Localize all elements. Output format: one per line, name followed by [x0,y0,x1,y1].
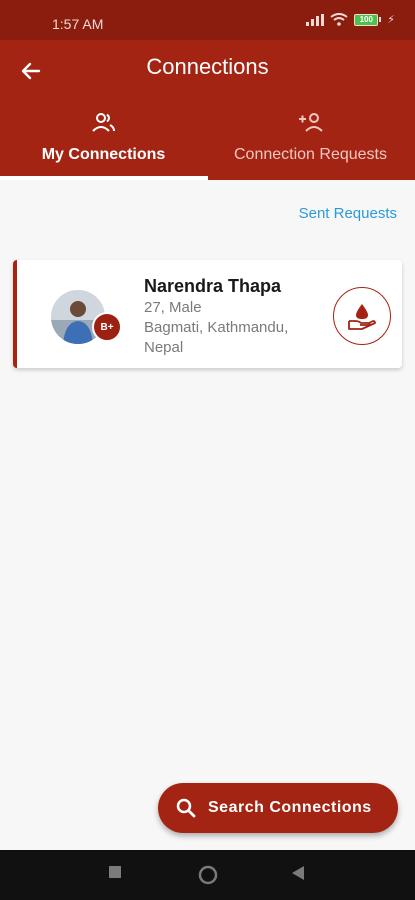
search-icon [176,798,196,818]
connection-name: Narendra Thapa [144,276,282,296]
connection-location: Bagmati, Kathmandu, Nepal [144,319,289,356]
tab-connection-requests[interactable]: Connection Requests [207,108,414,180]
status-icons: 100 ⚡ [306,13,395,26]
search-connections-button[interactable]: Search Connections [158,783,398,833]
connection-age-gender: 27, Male [144,299,202,316]
page-title: Connections [146,54,269,79]
sent-requests-link[interactable]: Sent Requests [299,205,397,222]
battery-level: 100 [354,13,379,26]
search-connections-label: Search Connections [208,799,372,816]
blood-donate-button[interactable] [333,287,391,345]
charging-icon: ⚡ [387,14,395,26]
wifi-icon [330,13,348,26]
tab-my-connections-label: My Connections [41,146,166,163]
signal-icon [306,13,325,26]
blood-drop-hand-icon [348,304,376,330]
recent-apps-icon[interactable] [108,865,122,879]
back-nav-icon[interactable] [291,865,305,881]
battery-icon: 100 [354,13,382,26]
home-icon[interactable] [198,865,218,885]
app-bar: Connections My Connections Connection Re… [0,40,415,180]
status-bar: 1:57 AM 100 ⚡ [0,0,415,40]
blood-group-badge: B+ [92,312,122,342]
tab-connection-requests-label: Connection Requests [234,146,387,163]
tab-indicator [0,176,208,180]
status-time: 1:57 AM [52,16,104,32]
people-icon [91,113,115,132]
system-nav-bar [0,850,415,900]
person-add-icon [298,113,323,132]
connection-card[interactable]: B+ Narendra Thapa 27, Male Bagmati, Kath… [13,260,402,368]
tab-my-connections[interactable]: My Connections [0,108,208,180]
